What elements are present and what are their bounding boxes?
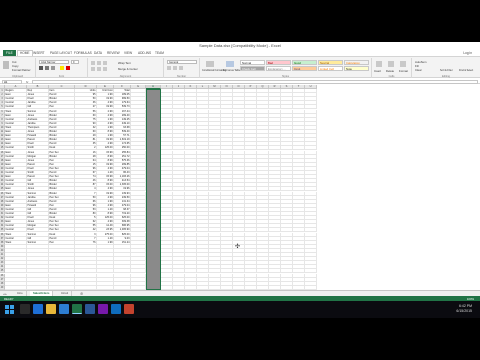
fill-color-icon[interactable]	[60, 66, 64, 70]
mail-app-icon[interactable]	[111, 304, 121, 314]
align-left-icon[interactable]	[91, 67, 95, 71]
onenote-app-icon[interactable]	[98, 304, 108, 314]
clipboard-group-label: Clipboard	[11, 75, 24, 78]
formula-input[interactable]	[32, 79, 478, 84]
number-group-label: Number	[176, 75, 187, 78]
cell-style-check-cell[interactable]: Check Cell	[240, 66, 265, 71]
cell-style-explanatory[interactable]: Explanatory ...	[266, 66, 291, 71]
tab-review[interactable]: REVIEW	[107, 51, 120, 55]
italic-icon[interactable]	[45, 66, 49, 70]
number-format-select[interactable]: General	[167, 60, 197, 64]
format-as-table-icon[interactable]	[226, 61, 234, 67]
tab-insert[interactable]: INSERT	[33, 51, 45, 55]
cell-style-neutral[interactable]: Neutral	[318, 60, 343, 65]
zoom-level[interactable]: 100%	[467, 297, 474, 301]
cell-style-bad[interactable]: Bad	[266, 60, 291, 65]
explorer-app-icon[interactable]	[46, 304, 56, 314]
font-group-label: Font	[58, 75, 65, 78]
styles-group-label: Styles	[281, 75, 290, 78]
clipboard-group: Cut Copy Format Painter Clipboard	[0, 58, 36, 78]
tab-team[interactable]: TEAM	[155, 51, 164, 55]
mouse-cursor-icon: ✣	[235, 244, 241, 250]
merge-center-button[interactable]: Merge & Center	[118, 67, 138, 71]
name-box[interactable]: H1	[2, 79, 22, 84]
number-group: General Number	[164, 58, 200, 78]
tab-formulas[interactable]: FORMULAS	[74, 51, 92, 55]
format-painter-button[interactable]: Format Painter	[12, 68, 31, 72]
tab-add-ins[interactable]: ADD-INS	[138, 51, 151, 55]
format-as-table-button[interactable]: Format as Table	[223, 69, 240, 72]
ie-app-icon[interactable]	[33, 304, 43, 314]
currency-icon[interactable]	[167, 66, 171, 70]
selected-column-range[interactable]	[146, 89, 161, 290]
wrap-text-button[interactable]: Wrap Text	[118, 61, 131, 65]
store-app-icon[interactable]	[59, 304, 69, 314]
system-clock[interactable]: 6:42 PM 6/15/2015	[456, 304, 472, 314]
delete-icon[interactable]	[388, 61, 394, 67]
cell-style-linked-cell[interactable]: Linked Cell	[318, 66, 343, 71]
align-center-icon[interactable]	[97, 67, 101, 71]
conditional-formatting-icon[interactable]	[206, 61, 214, 67]
alignment-group: Wrap Text Merge & Center Alignment	[88, 58, 164, 78]
font-group: Arial Narrow 9 Font	[36, 58, 88, 78]
worksheet-grid[interactable]: ABCDEFGHIJKLMNOPQRSTU 1 2 3 4 5 6 7 8 9 10 11 12 13 1…	[0, 85, 480, 290]
styles-group: Conditional Formatting Format as Table N…	[200, 58, 372, 78]
paste-icon[interactable]	[3, 61, 9, 69]
font-size-select[interactable]: 9	[71, 60, 79, 64]
align-top-icon[interactable]	[91, 61, 95, 65]
excel-app-icon[interactable]	[72, 304, 82, 314]
alignment-group-label: Alignment	[119, 75, 132, 78]
insert-icon[interactable]	[376, 61, 382, 67]
font-name-select[interactable]: Arial Narrow	[39, 60, 69, 64]
cells-group: Insert Delete Format Cells	[372, 58, 412, 78]
tab-view[interactable]: VIEW	[124, 51, 132, 55]
word-app-icon[interactable]	[85, 304, 95, 314]
excel-window: Sample Data.xlsx [Compatibility Mode] - …	[0, 42, 480, 301]
cell-style-normal[interactable]: Normal	[240, 60, 265, 65]
align-right-icon[interactable]	[103, 67, 107, 71]
user-login[interactable]: Log in	[463, 51, 472, 55]
cells-group-label: Cells	[388, 75, 395, 78]
search-app-icon[interactable]	[20, 304, 30, 314]
tab-data[interactable]: DATA	[94, 51, 102, 55]
windows-start-icon[interactable]	[5, 305, 14, 314]
insert-button[interactable]: Insert	[374, 69, 381, 73]
format-button[interactable]: Format	[399, 69, 408, 73]
align-middle-icon[interactable]	[97, 61, 101, 65]
clock-date: 6/15/2015	[456, 309, 472, 313]
sort-filter-button[interactable]: Sort & Filter	[440, 69, 453, 72]
cell-style-good[interactable]: Good	[292, 60, 317, 65]
window-title: Sample Data.xlsx [Compatibility Mode] - …	[199, 43, 281, 48]
screen: Sample Data.xlsx [Compatibility Mode] - …	[0, 0, 480, 360]
formula-bar: H1 fx	[0, 79, 480, 84]
cell-style-note[interactable]: Note	[344, 66, 369, 71]
fx-icon[interactable]: fx	[26, 80, 28, 84]
align-bottom-icon[interactable]	[103, 61, 107, 65]
editing-group: AutoSum Fill Clear Sort & Filter Find & …	[412, 58, 480, 78]
status-text: READY	[4, 296, 14, 301]
editing-group-label: Editing	[442, 75, 450, 78]
delete-button[interactable]: Delete	[386, 69, 394, 73]
taskbar: 6:42 PM 6/15/2015	[0, 301, 480, 318]
percent-icon[interactable]	[173, 66, 177, 70]
ribbon: Cut Copy Format Painter Clipboard Arial …	[0, 56, 480, 78]
media-app-icon[interactable]	[124, 304, 134, 314]
underline-icon[interactable]	[51, 66, 55, 70]
comma-icon[interactable]	[179, 66, 183, 70]
sheet-nav-icon[interactable]: ◂ ▸	[3, 292, 7, 296]
font-color-icon[interactable]	[66, 66, 70, 70]
find-select-button[interactable]: Find & Select	[459, 69, 473, 72]
cell-style-calculation[interactable]: Calculation	[344, 60, 369, 65]
clear-button[interactable]: Clear	[415, 68, 422, 72]
title-bar: Sample Data.xlsx [Compatibility Mode] - …	[0, 42, 480, 57]
tab-page-layout[interactable]: PAGE LAYOUT	[50, 51, 72, 55]
cell-style-input[interactable]: Input	[292, 66, 317, 71]
format-icon[interactable]	[400, 61, 406, 67]
bold-icon[interactable]	[39, 66, 43, 70]
